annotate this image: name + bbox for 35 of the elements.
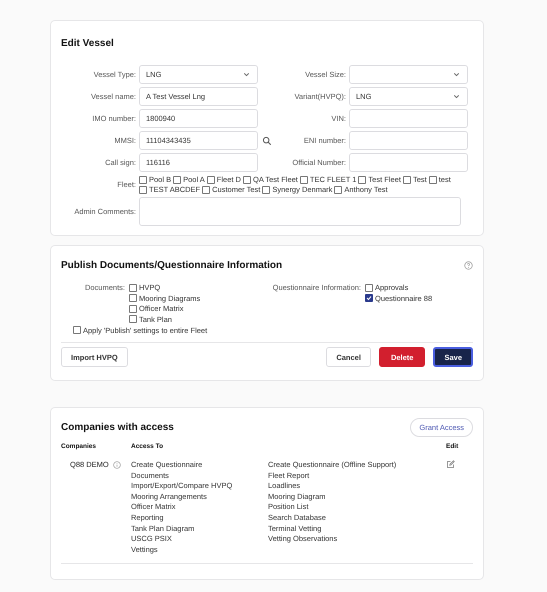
help-icon xyxy=(464,261,473,270)
section-title: Edit Vessel xyxy=(61,38,115,49)
search-icon xyxy=(262,136,272,146)
checkbox[interactable] xyxy=(365,294,373,302)
checkbox[interactable] xyxy=(139,176,147,184)
textarea-field[interactable] xyxy=(139,197,461,226)
checkbox[interactable] xyxy=(428,176,437,184)
checkbox[interactable] xyxy=(173,176,182,184)
checkbox[interactable] xyxy=(129,294,137,302)
checkbox[interactable] xyxy=(242,176,251,184)
edit-icon[interactable] xyxy=(446,460,455,469)
select-field[interactable] xyxy=(349,65,468,84)
input-field[interactable] xyxy=(349,153,468,172)
checkbox[interactable] xyxy=(358,176,366,184)
input-field[interactable] xyxy=(349,109,468,128)
check-icon xyxy=(366,295,372,301)
checkbox[interactable] xyxy=(129,304,137,312)
checkbox[interactable] xyxy=(202,186,210,194)
checkbox[interactable] xyxy=(300,176,308,184)
checkbox[interactable] xyxy=(402,176,411,184)
checkbox[interactable] xyxy=(139,186,147,194)
checkbox[interactable] xyxy=(262,186,270,194)
checkbox[interactable] xyxy=(365,284,373,292)
info-icon xyxy=(112,460,121,468)
section-title: Companies with access xyxy=(61,422,174,433)
checkbox[interactable] xyxy=(206,176,215,184)
checkbox[interactable] xyxy=(129,284,137,292)
chevron-down-icon xyxy=(452,70,461,79)
checkbox[interactable] xyxy=(73,326,81,334)
section-title: Publish Documents/Questionnaire Information xyxy=(61,260,282,271)
input-field[interactable] xyxy=(349,131,468,150)
checkbox[interactable] xyxy=(334,186,342,194)
checkbox[interactable] xyxy=(129,315,137,323)
chevron-down-icon xyxy=(452,92,461,101)
chevron-down-icon xyxy=(242,70,251,79)
